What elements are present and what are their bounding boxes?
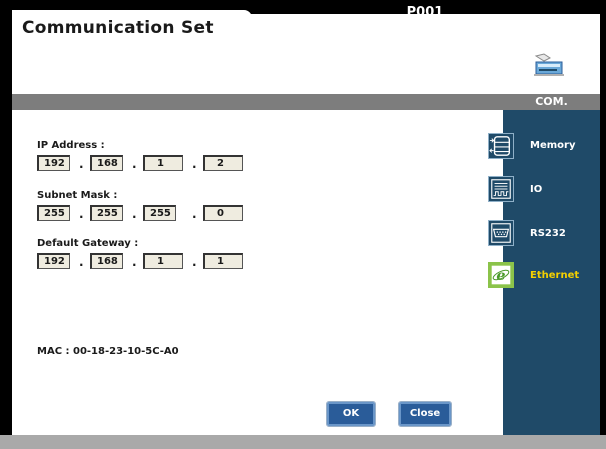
subnet-dot: .: [132, 207, 137, 221]
subnet-dot: .: [79, 207, 84, 221]
left-border: [0, 0, 12, 449]
ip-dot: .: [132, 157, 137, 171]
ethernet-icon: e: [488, 262, 514, 288]
ip-octet-3[interactable]: 1: [143, 155, 183, 171]
subnet-octet-3[interactable]: 255: [143, 205, 176, 221]
subnet-dot: .: [192, 207, 197, 221]
rs232-icon: [488, 220, 514, 246]
section-label: COM.: [535, 95, 568, 108]
right-border: [600, 0, 606, 449]
mac-address: MAC : 00-18-23-10-5C-A0: [37, 346, 179, 357]
sidebar-item-rs232[interactable]: RS232: [484, 218, 600, 248]
close-button[interactable]: Close: [398, 401, 452, 427]
subnet-octet-4[interactable]: 0: [203, 205, 243, 221]
sidebar-item-label: Ethernet: [530, 270, 580, 281]
gateway-dot: .: [132, 255, 137, 269]
sidebar-item-io[interactable]: IO: [484, 174, 600, 204]
gateway-dot: .: [79, 255, 84, 269]
sidebar-item-label: Memory: [530, 140, 576, 151]
ip-octet-1[interactable]: 192: [37, 155, 70, 171]
sidebar-item-label: RS232: [530, 228, 566, 239]
printer-icon[interactable]: [530, 52, 566, 78]
sidebar-item-memory[interactable]: Memory: [484, 131, 600, 161]
default-gateway-label: Default Gateway :: [37, 238, 139, 249]
header-area: [12, 38, 600, 90]
gateway-octet-2[interactable]: 168: [90, 253, 123, 269]
io-icon: [488, 176, 514, 202]
ip-octet-2[interactable]: 168: [90, 155, 123, 171]
default-gateway-field: 192 . 168 . 1 . 1: [37, 253, 287, 269]
memory-icon: [488, 133, 514, 159]
ip-dot: .: [79, 157, 84, 171]
ip-octet-4[interactable]: 2: [203, 155, 243, 171]
subnet-mask-field: 255 . 255 . 255 . 0: [37, 205, 287, 221]
subnet-octet-1[interactable]: 255: [37, 205, 70, 221]
bottom-bar: [0, 435, 606, 449]
subnet-mask-label: Subnet Mask :: [37, 190, 118, 201]
subnet-octet-2[interactable]: 255: [90, 205, 123, 221]
communication-set-window: Communication Set P001 COM. IP Address :…: [0, 0, 606, 449]
gateway-octet-3[interactable]: 1: [143, 253, 183, 269]
screen-id: P001: [406, 5, 444, 20]
ok-button[interactable]: OK: [326, 401, 376, 427]
svg-text:e: e: [496, 267, 505, 284]
sidebar-item-label: IO: [530, 184, 543, 195]
sidebar-item-ethernet[interactable]: e Ethernet: [484, 260, 600, 290]
gateway-dot: .: [192, 255, 197, 269]
ip-address-field: 192 . 168 . 1 . 2: [37, 155, 287, 171]
window-title: Communication Set: [22, 18, 214, 38]
ip-address-label: IP Address :: [37, 140, 105, 151]
ip-dot: .: [192, 157, 197, 171]
gateway-octet-1[interactable]: 192: [37, 253, 70, 269]
gateway-octet-4[interactable]: 1: [203, 253, 243, 269]
